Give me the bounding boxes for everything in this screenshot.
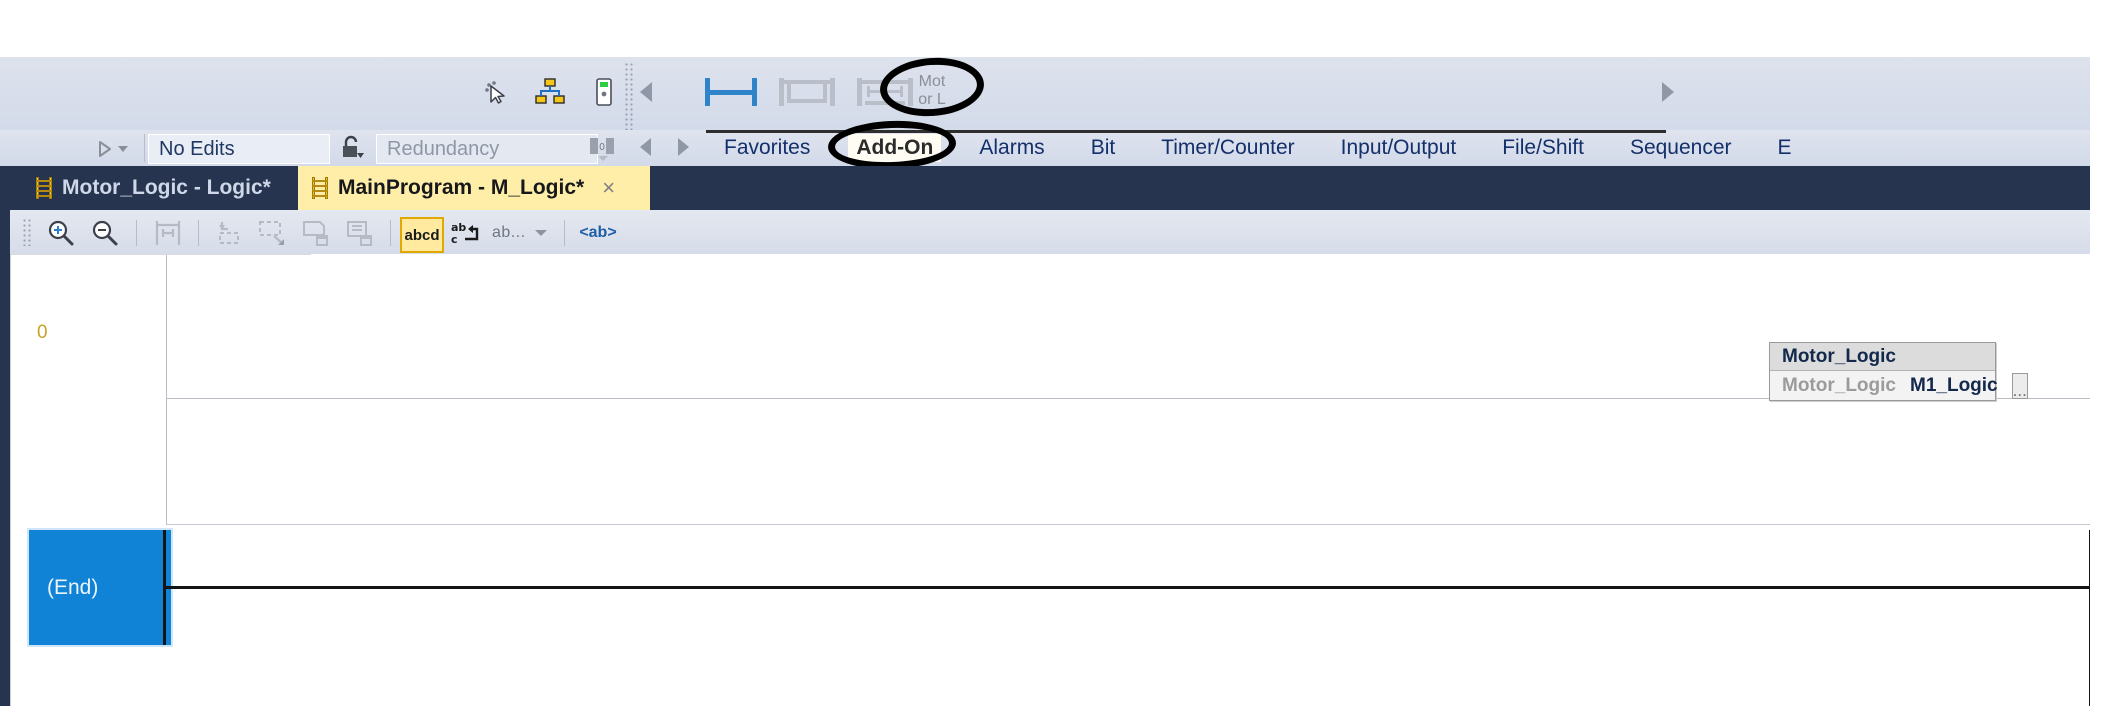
controller-status-icon[interactable] [586, 74, 622, 110]
instruction-gallery-scroll-right-icon[interactable] [1662, 82, 1674, 102]
aoi-operand-row: Motor_Logic M1_Logic ... [1770, 371, 2028, 400]
delete-rung-button[interactable] [342, 218, 378, 248]
tab-file-shift[interactable]: File/Shift [1494, 134, 1592, 162]
zoom-in-button[interactable] [44, 218, 78, 248]
toggle-rung-view-button[interactable] [150, 218, 186, 248]
ladder-toolbar-drag-grip[interactable] [22, 218, 32, 246]
network-path-icon[interactable] [532, 74, 568, 110]
instruction-gallery-scroll-left-icon[interactable] [640, 82, 652, 102]
new-rung-icon[interactable] [705, 76, 757, 108]
tab-bit[interactable]: Bit [1083, 134, 1124, 162]
redundancy-status-field[interactable]: Redundancy [376, 134, 598, 164]
new-branch-icon[interactable] [779, 76, 835, 108]
aoi-ellipsis-button[interactable]: ... [2011, 372, 2028, 399]
edits-status-field[interactable]: No Edits [148, 134, 330, 164]
aoi-title-bar: Motor_Logic [1770, 343, 1995, 371]
canvas-top-edge [11, 254, 311, 255]
tab-input-output[interactable]: Input/Output [1333, 134, 1465, 162]
end-rung-block[interactable]: (End) [29, 530, 171, 645]
tab-favorites[interactable]: Favorites [716, 134, 818, 162]
ladder-toolbar-left-edge [0, 210, 10, 254]
canvas-right-filler [2090, 130, 2110, 706]
tab-truncated[interactable]: E [1770, 134, 1800, 162]
end-rung-label: (End) [47, 575, 99, 599]
application-window: Mot or L No Edits Redundancy 0 Favorites… [0, 0, 2110, 706]
show-descriptions-button[interactable]: abcd [400, 217, 444, 253]
verbosity-dropdown-label: ab... [492, 224, 526, 241]
redundancy-status-text: Redundancy [387, 137, 500, 160]
window-top-gap [0, 0, 2110, 57]
rung-number-0[interactable]: 0 [37, 322, 48, 344]
document-tab-label: Motor_Logic - Logic* [62, 176, 271, 199]
close-icon[interactable]: × [602, 175, 615, 201]
tab-alarms[interactable]: Alarms [971, 134, 1052, 162]
ladder-routine-icon [36, 177, 52, 199]
verbosity-dropdown-button[interactable]: ab... [492, 218, 552, 248]
show-operands-button[interactable]: <ab> [576, 218, 620, 248]
chevron-down-icon [118, 146, 128, 152]
insert-branch-button[interactable] [210, 218, 246, 248]
document-tab-label: MainProgram - M_Logic* [338, 176, 585, 199]
redundancy-lock-icon[interactable] [338, 134, 374, 162]
toggle-tag-description-button[interactable]: ab c [448, 218, 484, 248]
instruction-tabs-scroll-right-icon[interactable] [678, 138, 689, 156]
chevron-down-icon [534, 230, 547, 236]
zoom-out-button[interactable] [88, 218, 122, 248]
tab-timer-counter[interactable]: Timer/Counter [1153, 134, 1302, 162]
tab-sequencer[interactable]: Sequencer [1622, 134, 1740, 162]
rung0-gutter-divider [166, 254, 167, 524]
chrome-right-filler [2090, 57, 2110, 130]
aoi-operand-value[interactable]: M1_Logic [1910, 375, 1998, 397]
run-mode-dropdown-button[interactable] [96, 136, 138, 162]
energy-storage-icon[interactable]: 0 [582, 134, 624, 162]
ladder-routine-icon [312, 177, 328, 199]
rung-separator [166, 524, 2091, 525]
ladder-canvas[interactable]: 0 Motor_Logic Motor_Logic M1_Logic ... (… [10, 254, 2092, 706]
instruction-tabs-scroll-left-icon[interactable] [640, 138, 651, 156]
end-rung-power-line [166, 586, 2092, 589]
aoi-name: Motor_Logic [1782, 345, 1896, 367]
path-browse-icon[interactable] [478, 74, 514, 110]
edits-status-text: No Edits [159, 137, 235, 160]
canvas-left-edge [0, 254, 10, 706]
document-tab-motor-logic[interactable]: Motor_Logic - Logic* [22, 166, 294, 210]
document-tab-mainprogram[interactable]: MainProgram - M_Logic* × [298, 166, 650, 210]
upper-toolbar-band [0, 57, 2090, 130]
delete-element-button[interactable] [298, 218, 334, 248]
show-operands-label: <ab> [579, 224, 617, 241]
add-on-instruction-block[interactable]: Motor_Logic Motor_Logic M1_Logic ... [1769, 342, 2028, 401]
aoi-operand-name: Motor_Logic [1782, 374, 1896, 396]
show-descriptions-label: abcd [404, 226, 440, 244]
run-arrow-icon [99, 141, 111, 157]
append-element-button[interactable] [254, 218, 290, 248]
svg-text:c: c [451, 233, 458, 246]
svg-text:0: 0 [599, 142, 605, 153]
